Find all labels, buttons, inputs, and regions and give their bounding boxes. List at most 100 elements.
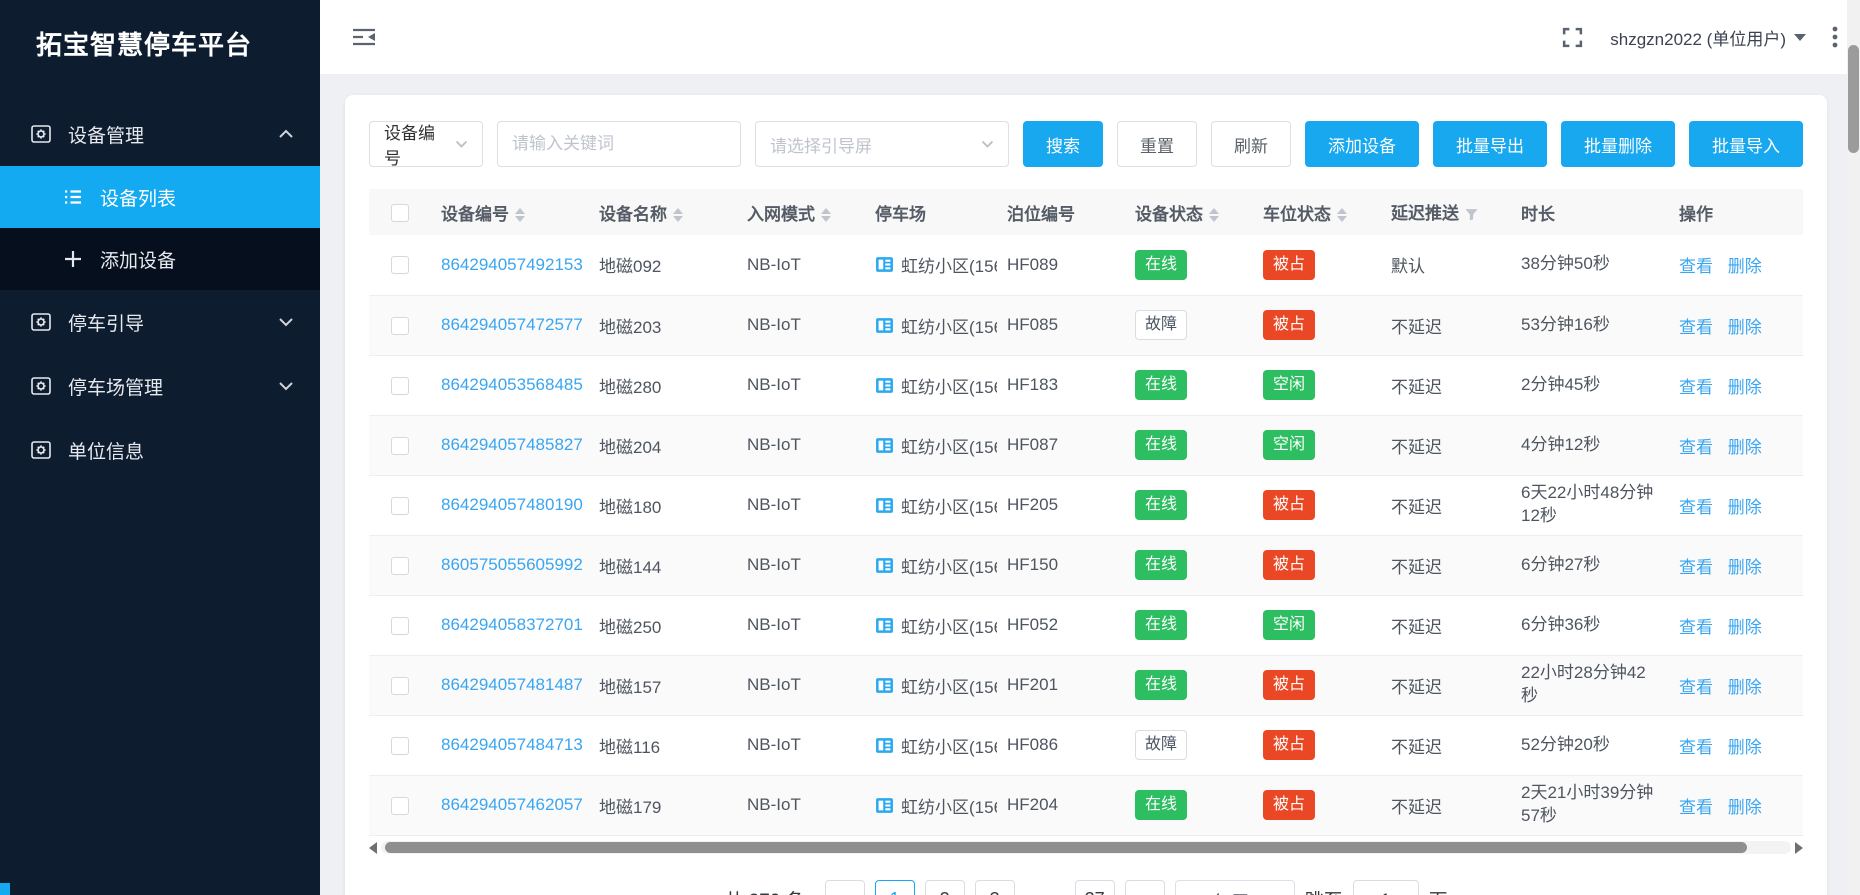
row-checkbox[interactable] xyxy=(391,557,409,575)
device-name: 地磁157 xyxy=(599,678,661,697)
view-link[interactable]: 查看 xyxy=(1679,678,1713,697)
delete-link[interactable]: 删除 xyxy=(1728,438,1762,457)
table-row[interactable]: 864294058372701 地磁250 NB-IoT 虹纺小区(156 HF… xyxy=(369,595,1803,655)
row-checkbox[interactable] xyxy=(391,497,409,515)
vertical-scrollbar[interactable] xyxy=(1847,0,1860,895)
column-device-status[interactable]: 设备状态 xyxy=(1125,189,1253,235)
scroll-left-arrow[interactable] xyxy=(369,842,377,854)
device-id-link[interactable]: 864294058372701 xyxy=(441,615,583,634)
berth-id: HF087 xyxy=(1007,435,1058,454)
search-button[interactable]: 搜索 xyxy=(1023,121,1103,167)
delete-link[interactable]: 删除 xyxy=(1728,738,1762,757)
sidebar-item-add-device[interactable]: 添加设备 xyxy=(0,228,320,290)
delete-link[interactable]: 删除 xyxy=(1728,558,1762,577)
table-row[interactable]: 864294057484713 地磁116 NB-IoT 虹纺小区(156 HF… xyxy=(369,715,1803,775)
page-size-select[interactable]: 10 条/页 xyxy=(1175,880,1295,895)
row-checkbox[interactable] xyxy=(391,737,409,755)
horizontal-scroll-track[interactable] xyxy=(381,841,1791,854)
more-options-icon[interactable] xyxy=(1832,25,1838,49)
table-row[interactable]: 864294053568485 地磁280 NB-IoT 虹纺小区(156 HF… xyxy=(369,355,1803,415)
device-id-link[interactable]: 864294057472577 xyxy=(441,315,583,334)
device-id-link[interactable]: 864294057462057 xyxy=(441,795,583,814)
table-row[interactable]: 864294057485827 地磁204 NB-IoT 虹纺小区(156 HF… xyxy=(369,415,1803,475)
fullscreen-icon[interactable] xyxy=(1561,26,1584,49)
row-checkbox[interactable] xyxy=(391,617,409,635)
table-row[interactable]: 864294057492153 地磁092 NB-IoT 虹纺小区(156 HF… xyxy=(369,235,1803,295)
sort-icon[interactable] xyxy=(1337,208,1347,222)
table-row[interactable]: 864294057480190 地磁180 NB-IoT 虹纺小区(156 HF… xyxy=(369,475,1803,535)
select-all-checkbox[interactable] xyxy=(391,204,409,222)
pagination-next-button[interactable]: › xyxy=(1125,880,1165,895)
pagination-prev-button[interactable]: ‹ xyxy=(825,880,865,895)
column-device-id[interactable]: 设备编号 xyxy=(431,189,589,235)
device-id-link[interactable]: 864294057480190 xyxy=(441,495,583,514)
table-row[interactable]: 864294057472577 地磁203 NB-IoT 虹纺小区(156 HF… xyxy=(369,295,1803,355)
pagination-page-2[interactable]: 2 xyxy=(925,880,965,895)
device-id-link[interactable]: 864294057485827 xyxy=(441,435,583,454)
horizontal-scroll-thumb[interactable] xyxy=(385,842,1747,853)
sidebar-item-device-list[interactable]: 设备列表 xyxy=(0,166,320,228)
row-checkbox[interactable] xyxy=(391,677,409,695)
table-row[interactable]: 864294057481487 地磁157 NB-IoT 虹纺小区(156 HF… xyxy=(369,655,1803,715)
sort-icon[interactable] xyxy=(1209,208,1219,222)
batch-export-button[interactable]: 批量导出 xyxy=(1433,121,1547,167)
sidebar-item-device-management[interactable]: 设备管理 xyxy=(0,102,320,166)
batch-delete-button[interactable]: 批量删除 xyxy=(1561,121,1675,167)
column-network-mode[interactable]: 入网模式 xyxy=(737,189,865,235)
view-link[interactable]: 查看 xyxy=(1679,798,1713,817)
sort-icon[interactable] xyxy=(821,208,831,222)
pagination-page-27[interactable]: 27 xyxy=(1075,880,1115,895)
device-id-link[interactable]: 864294057481487 xyxy=(441,675,583,694)
view-link[interactable]: 查看 xyxy=(1679,438,1713,457)
scroll-right-arrow[interactable] xyxy=(1795,842,1803,854)
device-id-link[interactable]: 864294057484713 xyxy=(441,735,583,754)
view-link[interactable]: 查看 xyxy=(1679,558,1713,577)
field-select[interactable]: 设备编号 xyxy=(369,121,483,167)
pagination-page-1[interactable]: 1 xyxy=(875,880,915,895)
view-link[interactable]: 查看 xyxy=(1679,378,1713,397)
refresh-button[interactable]: 刷新 xyxy=(1211,121,1291,167)
collapse-menu-icon[interactable] xyxy=(350,25,378,49)
sidebar-item-parking-guidance[interactable]: 停车引导 xyxy=(0,290,320,354)
pagination-ellipsis[interactable]: ••• xyxy=(1025,880,1065,895)
row-checkbox[interactable] xyxy=(391,256,409,274)
device-id-link[interactable]: 864294057492153 xyxy=(441,255,583,274)
vertical-scroll-thumb[interactable] xyxy=(1848,45,1859,153)
view-link[interactable]: 查看 xyxy=(1679,318,1713,337)
guidance-screen-select[interactable]: 请选择引导屏 xyxy=(755,121,1009,167)
table-row[interactable]: 864294057462057 地磁179 NB-IoT 虹纺小区(156 HF… xyxy=(369,775,1803,835)
column-device-name[interactable]: 设备名称 xyxy=(589,189,737,235)
table-row[interactable]: 860575055605992 地磁144 NB-IoT 虹纺小区(156 HF… xyxy=(369,535,1803,595)
view-link[interactable]: 查看 xyxy=(1679,257,1713,276)
sidebar-item-parking-lot-management[interactable]: 停车场管理 xyxy=(0,354,320,418)
sidebar-item-unit-info[interactable]: 单位信息 xyxy=(0,418,320,482)
delete-link[interactable]: 删除 xyxy=(1728,618,1762,637)
delete-link[interactable]: 删除 xyxy=(1728,678,1762,697)
view-link[interactable]: 查看 xyxy=(1679,738,1713,757)
delete-link[interactable]: 删除 xyxy=(1728,257,1762,276)
row-checkbox[interactable] xyxy=(391,377,409,395)
filter-funnel-icon[interactable] xyxy=(1465,205,1478,224)
device-id-link[interactable]: 860575055605992 xyxy=(441,555,583,574)
row-checkbox[interactable] xyxy=(391,317,409,335)
delete-link[interactable]: 删除 xyxy=(1728,378,1762,397)
column-delay-push[interactable]: 延迟推送 xyxy=(1381,189,1511,235)
view-link[interactable]: 查看 xyxy=(1679,498,1713,517)
delete-link[interactable]: 删除 xyxy=(1728,498,1762,517)
device-id-link[interactable]: 864294053568485 xyxy=(441,375,583,394)
view-link[interactable]: 查看 xyxy=(1679,618,1713,637)
user-menu[interactable]: shzgzn2022 (单位用户) xyxy=(1610,25,1806,50)
pagination-page-3[interactable]: 3 xyxy=(975,880,1015,895)
keyword-input[interactable] xyxy=(497,121,741,167)
batch-import-button[interactable]: 批量导入 xyxy=(1689,121,1803,167)
sort-icon[interactable] xyxy=(515,208,525,222)
row-checkbox[interactable] xyxy=(391,437,409,455)
jump-page-input[interactable] xyxy=(1353,880,1419,895)
delete-link[interactable]: 删除 xyxy=(1728,798,1762,817)
reset-button[interactable]: 重置 xyxy=(1117,121,1197,167)
column-slot-status[interactable]: 车位状态 xyxy=(1253,189,1381,235)
row-checkbox[interactable] xyxy=(391,797,409,815)
add-device-button[interactable]: 添加设备 xyxy=(1305,121,1419,167)
delete-link[interactable]: 删除 xyxy=(1728,318,1762,337)
sort-icon[interactable] xyxy=(673,208,683,222)
